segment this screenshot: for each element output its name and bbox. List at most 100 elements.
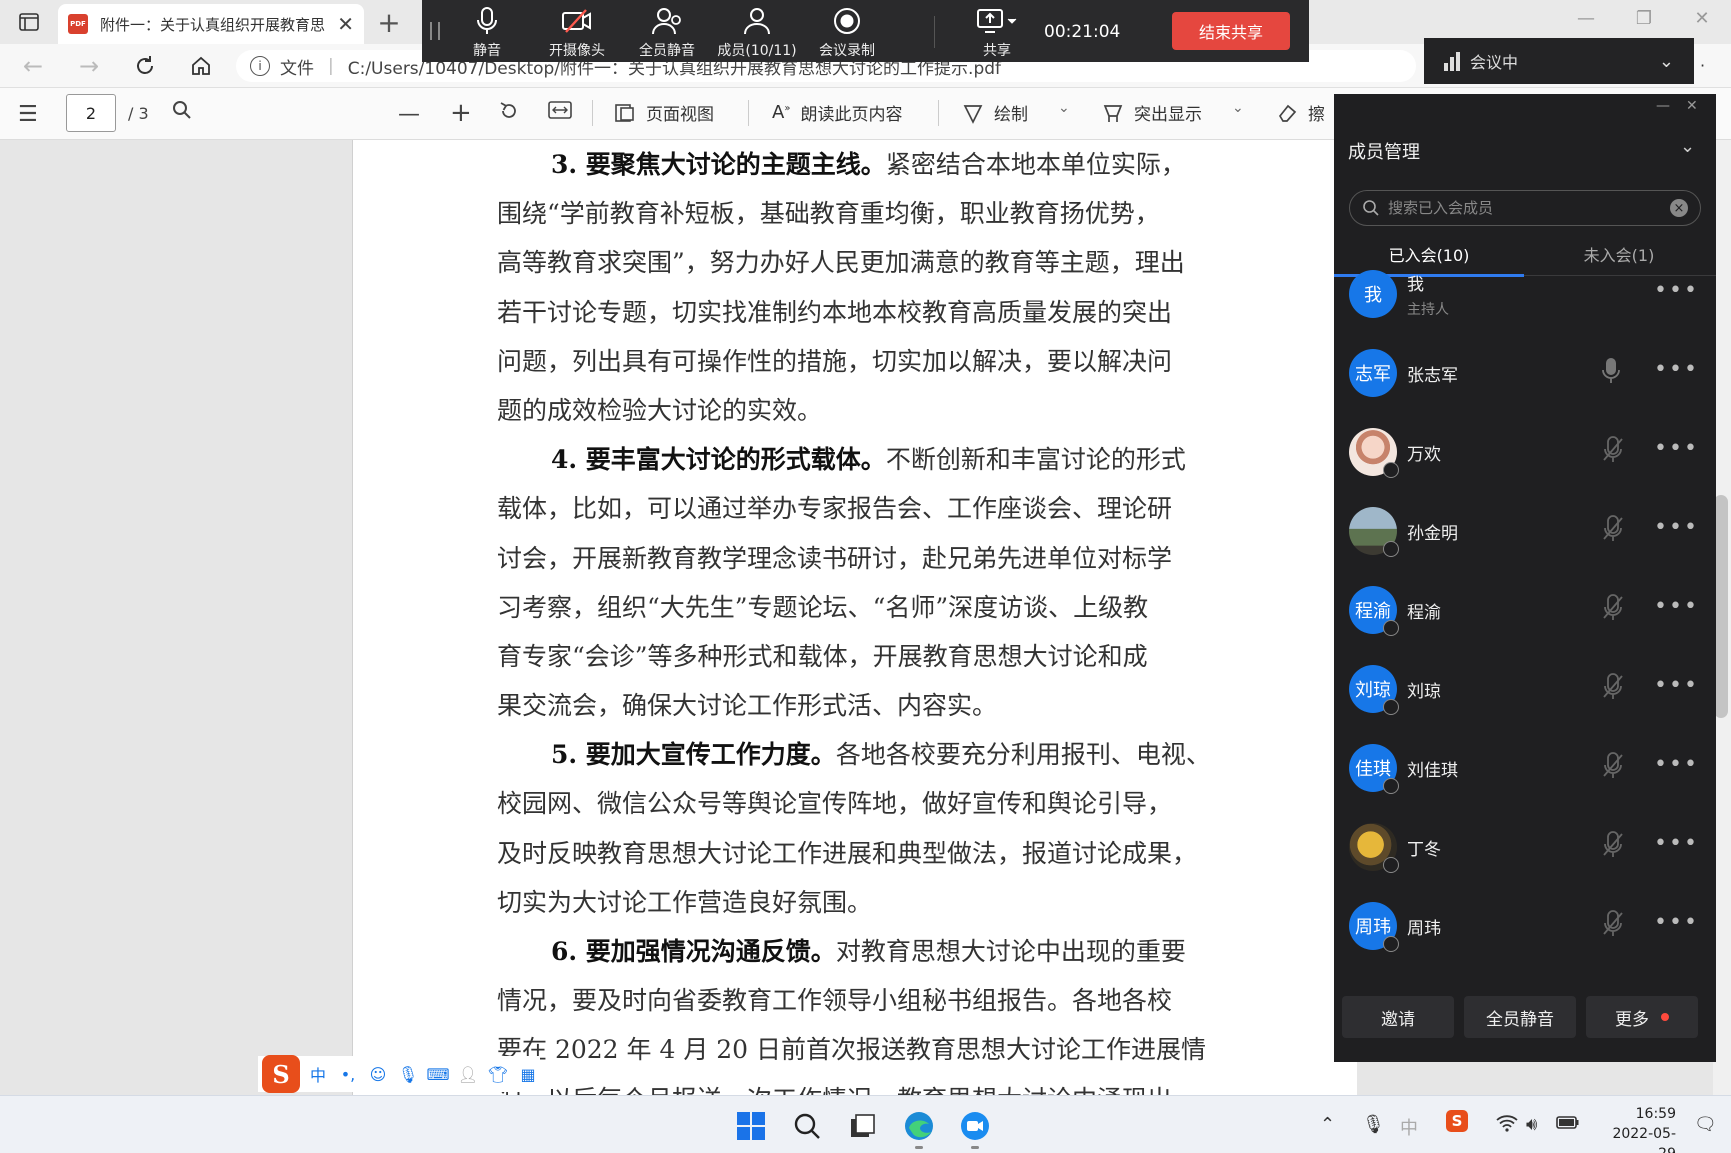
browser-tab-active[interactable]: PDF 附件一：关于认真组织开展教育思 ✕ [58,4,364,44]
panel-collapse-icon[interactable]: ⌄ [1680,136,1695,157]
meeting-app-button[interactable] [957,1108,993,1144]
microphone-muted-icon[interactable] [1602,831,1624,863]
start-button[interactable] [733,1108,769,1144]
member-row[interactable]: 刘琼 刘琼 ••• [1334,651,1716,727]
panel-close-button[interactable]: ✕ [1686,98,1698,114]
skin-icon[interactable]: 👕︎ [486,1065,510,1084]
member-row[interactable]: 丁冬 ••• [1334,809,1716,885]
mic-status-badge [1383,857,1399,873]
microphone-muted-icon[interactable] [1602,594,1624,626]
edge-browser-button[interactable] [901,1108,937,1144]
find-icon[interactable] [172,100,192,126]
site-info-icon[interactable]: i [250,56,270,76]
microphone-tray-icon[interactable]: 🎙︎ [1362,1114,1385,1135]
zoom-out-icon[interactable]: — [398,102,420,127]
erase-button[interactable]: 擦 [1276,100,1325,125]
contents-icon[interactable]: ☰ [18,102,38,127]
system-clock[interactable]: 16:59 2022-05-29 [1598,1104,1676,1153]
mute-all-button[interactable]: 全员静音 [622,6,712,60]
zoom-in-icon[interactable]: + [450,98,472,128]
more-options-icon[interactable]: ••• [1654,752,1699,777]
sogou-tray-icon[interactable]: S [1446,1110,1468,1132]
rotate-icon[interactable] [498,100,520,128]
refresh-button[interactable] [128,52,162,80]
voice-input-icon[interactable]: 🎙︎ [396,1065,420,1084]
member-search-input[interactable] [1388,199,1658,217]
notification-icon[interactable]: 🗨︎ [1694,1114,1717,1135]
page-view-button[interactable]: 页面视图 [614,100,714,125]
battery-icon[interactable] [1556,1114,1580,1135]
taskbar-search-button[interactable] [789,1108,825,1144]
member-row[interactable]: 佳琪 刘佳琪 ••• [1334,730,1716,806]
draw-options-dropdown[interactable]: ⌄ [1058,100,1070,116]
member-row[interactable]: 万欢 ••• [1334,414,1716,490]
ime-logo-icon[interactable]: S [262,1055,300,1093]
wifi-icon[interactable] [1496,1114,1518,1137]
ime-punctuation-toggle[interactable]: •, [336,1065,360,1084]
member-list-scrollbar[interactable] [1706,294,1712,1034]
fit-width-icon[interactable] [548,100,572,126]
document-scrollbar-thumb[interactable] [1714,495,1728,718]
members-button[interactable]: 成员(10/11) [712,6,802,60]
member-row[interactable]: 我我主持人 ••• [1334,256,1716,332]
ime-mode-toggle[interactable]: 中 [306,1062,330,1086]
share-screen-icon [977,9,1017,33]
read-aloud-button[interactable]: A» 朗读此页内容 [772,100,902,125]
page-number-input[interactable]: 2 [66,94,116,132]
panel-mute-all-button[interactable]: 全员静音 [1464,996,1576,1038]
draw-button[interactable]: 绘制 [962,100,1028,125]
end-share-button[interactable]: 结束共享 [1172,12,1290,50]
window-close-button[interactable]: ✕ [1682,8,1722,29]
toolbox-icon[interactable]: ▦ [516,1065,540,1084]
back-button[interactable]: ← [16,52,50,80]
mute-button[interactable]: 静音 [442,6,532,60]
window-minimize-button[interactable]: — [1566,8,1606,29]
more-options-icon[interactable]: ••• [1654,831,1699,856]
toolbar-drag-handle[interactable] [430,22,440,40]
task-view-button[interactable] [845,1108,881,1144]
more-options-icon[interactable]: ••• [1654,357,1699,382]
tab-actions-button[interactable] [14,8,44,36]
camera-button[interactable]: 开摄像头 [532,6,622,60]
more-options-icon[interactable]: ••• [1654,673,1699,698]
member-row[interactable]: 程渝 程渝 ••• [1334,572,1716,648]
highlight-button[interactable]: 突出显示 [1102,100,1202,125]
volume-icon[interactable]: 🔊︎ [1526,1114,1537,1135]
microphone-icon[interactable] [1602,357,1620,389]
ime-indicator[interactable]: 中 [1400,1114,1418,1140]
avatar-initials: 我 [1364,285,1382,306]
microphone-muted-icon[interactable] [1602,515,1624,547]
share-button[interactable]: 共享 [952,6,1042,60]
keyboard-icon[interactable]: ⌨ [426,1065,450,1084]
more-button[interactable]: 更多 [1586,996,1698,1038]
panel-minimize-button[interactable]: — [1656,98,1670,114]
tray-overflow-icon[interactable]: ⌃ [1320,1114,1335,1135]
more-options-icon[interactable]: ••• [1654,594,1699,619]
more-options-icon[interactable]: ••• [1654,910,1699,935]
user-icon[interactable]: 👤︎ [456,1065,480,1084]
clear-search-icon[interactable]: × [1670,199,1688,217]
microphone-muted-icon[interactable] [1602,910,1624,942]
microphone-muted-icon[interactable] [1602,436,1624,468]
forward-button[interactable]: → [72,52,106,80]
emoji-icon[interactable]: ☺ [366,1065,390,1084]
microphone-muted-icon[interactable] [1602,673,1624,705]
record-button[interactable]: 会议录制 [802,6,892,60]
member-row[interactable]: 孙金明 ••• [1334,493,1716,569]
more-options-icon[interactable]: ••• [1654,278,1699,303]
highlight-options-dropdown[interactable]: ⌄ [1232,100,1244,116]
tab-close-icon[interactable]: ✕ [337,12,354,36]
microphone-icon [477,7,497,34]
member-search-field[interactable]: × [1349,190,1701,226]
member-row[interactable]: 志军 张志军 ••• [1334,335,1716,411]
more-options-icon[interactable]: ••• [1654,515,1699,540]
invite-button[interactable]: 邀请 [1342,996,1454,1038]
menu-dot-icon[interactable]: · [1700,56,1705,75]
window-restore-button[interactable]: ❐ [1624,8,1664,29]
home-button[interactable] [184,52,218,80]
meeting-status-pill[interactable]: 会议中 ⌄ [1424,38,1694,84]
microphone-muted-icon[interactable] [1602,752,1624,784]
more-options-icon[interactable]: ••• [1654,436,1699,461]
member-row[interactable]: 周玮 周玮 ••• [1334,888,1716,964]
new-tab-button[interactable]: + [372,6,406,39]
